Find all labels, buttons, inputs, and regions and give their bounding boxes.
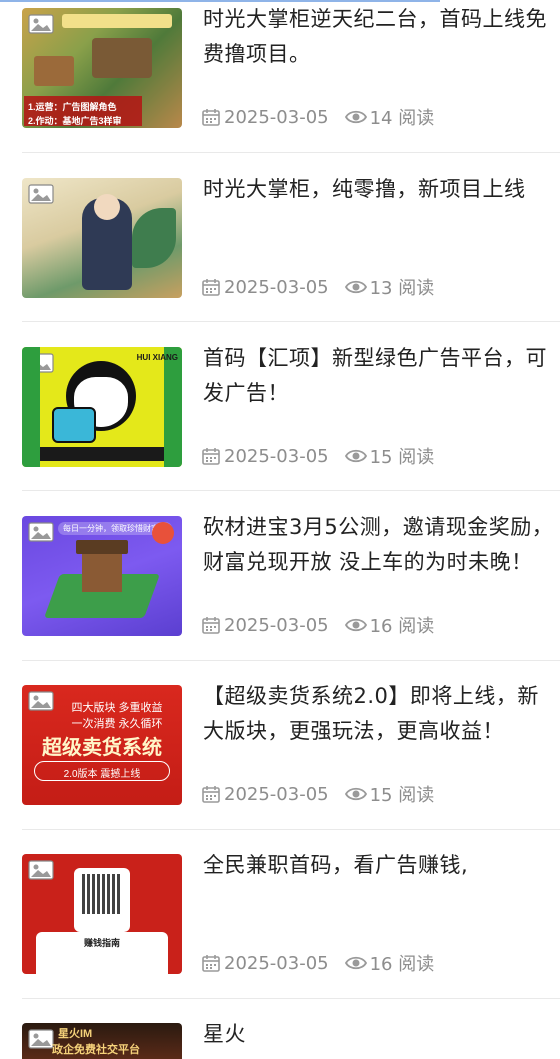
article-title[interactable]: 【超级卖货系统2.0】即将上线，新大版块，更强玩法，更高收益！ <box>203 679 560 749</box>
article-date: 2025-03-05 <box>224 106 329 128</box>
article-meta: 2025-03-05 16 阅读 <box>202 612 434 638</box>
eye-icon <box>344 110 367 124</box>
calendar-icon <box>202 786 220 803</box>
thumbnail-caption: 2.作动：基地广告3样审 <box>28 116 122 126</box>
article-date: 2025-03-05 <box>224 445 329 467</box>
article-reads: 16 阅读 <box>369 954 435 975</box>
image-placeholder-icon <box>28 14 54 34</box>
article-reads: 15 阅读 <box>369 785 435 806</box>
calendar-icon <box>202 109 220 126</box>
article-item[interactable]: HUI XIANG 首码【汇项】新型绿色广告平台，可发广告！ 2025-03-0… <box>0 339 560 509</box>
article-thumbnail[interactable]: 赚钱指南 <box>22 854 182 974</box>
image-placeholder-icon <box>28 691 54 711</box>
article-item[interactable]: 每日一分钟，领取珍惜财富值 砍材进宝3月5公测，邀请现金奖励，财富兑现开放 没上… <box>0 508 560 678</box>
article-item[interactable]: 星火IM 政企免费社交平台 星火 <box>0 1015 560 1059</box>
image-placeholder-icon <box>28 860 54 880</box>
eye-icon <box>344 787 367 801</box>
article-item[interactable]: 赚钱指南 全民兼职首码，看广告赚钱, 2025-03-05 16 阅读 <box>0 846 560 1016</box>
divider <box>22 152 560 153</box>
article-reads: 15 阅读 <box>369 447 435 468</box>
article-date: 2025-03-05 <box>224 276 329 298</box>
eye-icon <box>344 618 367 632</box>
article-reads: 16 阅读 <box>369 616 435 637</box>
article-meta: 2025-03-05 15 阅读 <box>202 781 434 807</box>
article-date: 2025-03-05 <box>224 614 329 636</box>
divider <box>22 660 560 661</box>
eye-icon <box>344 956 367 970</box>
article-item[interactable]: 时光大掌柜，纯零撸，新项目上线 2025-03-05 13 阅读 <box>0 170 560 340</box>
thumbnail-caption: 政企免费社交平台 <box>52 1044 140 1056</box>
eye-icon <box>344 280 367 294</box>
article-item[interactable]: 四大版块 多重收益 一次消费 永久循环 超级卖货系统 2.0版本 震撼上线 【超… <box>0 677 560 847</box>
article-title[interactable]: 星火 <box>203 1017 560 1057</box>
thumbnail-caption: 2.0版本 震撼上线 <box>63 769 141 780</box>
article-meta: 2025-03-05 14 阅读 <box>202 104 434 130</box>
thumbnail-caption: 一次消费 永久循环 <box>71 718 163 730</box>
thumbnail-caption: 四大版块 多重收益 <box>71 702 163 714</box>
article-thumbnail[interactable]: 星火IM 政企免费社交平台 <box>22 1023 182 1059</box>
divider <box>22 321 560 322</box>
image-placeholder-icon <box>28 522 54 542</box>
article-reads: 14 阅读 <box>369 108 435 129</box>
article-meta: 2025-03-05 16 阅读 <box>202 950 434 976</box>
divider <box>22 998 560 999</box>
divider <box>22 829 560 830</box>
thumbnail-caption: 星火IM <box>58 1028 93 1040</box>
article-thumbnail[interactable]: 1.运营：广告图解角色 2.作动：基地广告3样审 <box>22 8 182 128</box>
calendar-icon <box>202 617 220 634</box>
article-reads: 13 阅读 <box>369 278 435 299</box>
article-title[interactable]: 首码【汇项】新型绿色广告平台，可发广告！ <box>203 341 560 411</box>
thumbnail-caption: 赚钱指南 <box>83 938 120 948</box>
article-thumbnail[interactable]: 四大版块 多重收益 一次消费 永久循环 超级卖货系统 2.0版本 震撼上线 <box>22 685 182 805</box>
thumbnail-caption: 1.运营：广告图解角色 <box>28 102 117 112</box>
article-title[interactable]: 时光大掌柜，纯零撸，新项目上线 <box>203 172 560 242</box>
image-placeholder-icon <box>28 1029 54 1049</box>
article-date: 2025-03-05 <box>224 952 329 974</box>
article-thumbnail[interactable]: HUI XIANG <box>22 347 182 467</box>
thumbnail-caption: HUI XIANG <box>136 353 178 362</box>
divider <box>22 490 560 491</box>
calendar-icon <box>202 448 220 465</box>
article-thumbnail[interactable]: 每日一分钟，领取珍惜财富值 <box>22 516 182 636</box>
image-placeholder-icon <box>28 184 54 204</box>
article-meta: 2025-03-05 13 阅读 <box>202 274 434 300</box>
calendar-icon <box>202 955 220 972</box>
article-date: 2025-03-05 <box>224 783 329 805</box>
article-title[interactable]: 时光大掌柜逆天纪二台，首码上线免费撸项目。 <box>203 2 560 72</box>
article-title[interactable]: 砍材进宝3月5公测，邀请现金奖励，财富兑现开放 没上车的为时未晚！ <box>203 510 560 580</box>
eye-icon <box>344 449 367 463</box>
article-title[interactable]: 全民兼职首码，看广告赚钱, <box>203 848 560 918</box>
article-item[interactable]: 1.运营：广告图解角色 2.作动：基地广告3样审 时光大掌柜逆天纪二台，首码上线… <box>0 0 560 170</box>
article-meta: 2025-03-05 15 阅读 <box>202 443 434 469</box>
calendar-icon <box>202 279 220 296</box>
thumbnail-caption: 超级卖货系统 <box>42 735 162 759</box>
article-thumbnail[interactable] <box>22 178 182 298</box>
